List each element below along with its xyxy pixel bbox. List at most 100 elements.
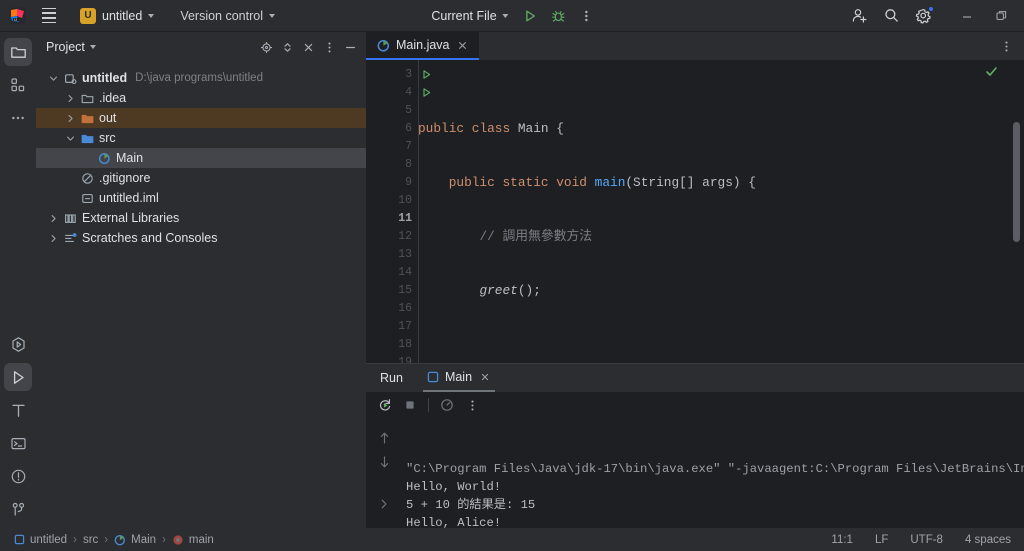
locate-file-icon[interactable]	[256, 37, 276, 57]
line-number[interactable]: 7	[366, 138, 418, 156]
code-editor[interactable]: 345678910111213141516171819 public class…	[366, 60, 1024, 363]
breadcrumb-src[interactable]: src	[79, 532, 102, 548]
editor-tab-bar: Main.java	[366, 32, 1024, 60]
rail-version-control-icon[interactable]	[4, 495, 32, 523]
titlebar-right-actions	[844, 1, 1024, 31]
indent-setting[interactable]: 4 spaces	[962, 532, 1014, 548]
breadcrumb-untitled[interactable]: untitled	[10, 532, 71, 548]
folder-icon	[80, 92, 94, 105]
line-number[interactable]: 8	[366, 156, 418, 174]
project-tree[interactable]: untitled D:\java programs\untitled .ideaou…	[36, 62, 366, 528]
rail-problems-icon[interactable]	[4, 462, 32, 490]
code-content[interactable]: public class Main { public static void m…	[418, 60, 1024, 363]
console-output[interactable]: "C:\Program Files\Java\jdk-17\bin\java.e…	[402, 418, 1024, 528]
run-button[interactable]	[518, 4, 544, 28]
line-number[interactable]: 15	[366, 282, 418, 300]
chevron-down-icon[interactable]	[63, 134, 77, 143]
line-number[interactable]: 18	[366, 336, 418, 354]
line-number[interactable]: 4	[366, 84, 418, 102]
expand-console-icon[interactable]	[373, 494, 395, 514]
project-options-icon[interactable]	[319, 37, 339, 57]
tree-node--idea[interactable]: .idea	[36, 88, 366, 108]
main-menu-icon[interactable]	[34, 3, 64, 29]
line-number[interactable]: 10	[366, 192, 418, 210]
folder-excluded-icon	[80, 112, 94, 125]
tree-node-external-libraries[interactable]: External Libraries	[36, 208, 366, 228]
editor-tab-main-java[interactable]: Main.java	[366, 32, 479, 60]
line-number[interactable]: 6	[366, 120, 418, 138]
maximize-window-button[interactable]	[984, 1, 1018, 31]
rail-terminal-icon[interactable]	[4, 429, 32, 457]
project-panel-title-label: Project	[46, 40, 85, 54]
close-icon[interactable]	[456, 38, 470, 52]
run-panel-toolbar	[366, 392, 1024, 418]
line-separator[interactable]: LF	[872, 532, 891, 548]
editor-scrollbar[interactable]	[1013, 122, 1020, 242]
stop-icon[interactable]	[399, 394, 421, 416]
file-encoding[interactable]: UTF-8	[907, 532, 946, 548]
tree-node-scratches-and-consoles[interactable]: Scratches and Consoles	[36, 228, 366, 248]
version-control-selector[interactable]: Version control	[174, 6, 281, 26]
add-account-icon[interactable]	[844, 3, 874, 29]
line-number[interactable]: 13	[366, 246, 418, 264]
chevron-right-icon[interactable]	[46, 234, 60, 243]
line-number[interactable]: 3	[366, 66, 418, 84]
debug-button[interactable]	[546, 4, 572, 28]
run-panel-more-icon[interactable]	[461, 394, 483, 416]
tree-node-untitled-iml[interactable]: untitled.iml	[36, 188, 366, 208]
rerun-icon[interactable]	[374, 394, 396, 416]
line-number[interactable]: 16	[366, 300, 418, 318]
line-number[interactable]: 9	[366, 174, 418, 192]
search-icon[interactable]	[876, 3, 906, 29]
rail-services-icon[interactable]	[4, 330, 32, 358]
scroll-up-icon[interactable]	[373, 428, 395, 448]
rail-build-icon[interactable]	[4, 396, 32, 424]
rail-more-tools-icon[interactable]	[4, 104, 32, 132]
line-number[interactable]: 14	[366, 264, 418, 282]
tree-node-out[interactable]: out	[36, 108, 366, 128]
project-panel-title[interactable]: Project	[46, 40, 96, 54]
scroll-down-icon[interactable]	[373, 452, 395, 472]
java-class-icon	[114, 534, 126, 546]
collapse-all-icon[interactable]	[298, 37, 318, 57]
rail-project-icon[interactable]	[4, 38, 32, 66]
run-configuration-selector[interactable]: Current File	[424, 6, 515, 26]
tree-node-src[interactable]: src	[36, 128, 366, 148]
line-number[interactable]: 12	[366, 228, 418, 246]
tree-node-main[interactable]: Main	[36, 148, 366, 168]
tree-node-label: untitled	[82, 71, 127, 85]
console-row: "C:\Program Files\Java\jdk-17\bin\java.e…	[366, 418, 1024, 528]
tree-node-untitled[interactable]: untitled D:\java programs\untitled	[36, 68, 366, 88]
run-more-icon[interactable]	[574, 4, 600, 28]
caret-position[interactable]: 11:1	[828, 532, 856, 548]
line-number-gutter[interactable]: 345678910111213141516171819	[366, 60, 418, 363]
console-hscrollbar[interactable]	[414, 517, 1014, 525]
chevron-right-icon[interactable]	[63, 94, 77, 103]
run-tab-main[interactable]: Main	[423, 364, 495, 392]
project-selector[interactable]: U untitled	[74, 5, 160, 27]
close-icon[interactable]	[478, 371, 491, 384]
tree-node--gitignore[interactable]: .gitignore	[36, 168, 366, 188]
tree-node-path: D:\java programs\untitled	[135, 72, 263, 84]
console-gutter	[366, 418, 402, 528]
minimize-window-button[interactable]	[950, 1, 984, 31]
console-line: 5 + 10 的結果是: 15	[406, 496, 1024, 514]
inspection-ok-icon[interactable]	[985, 65, 998, 81]
rail-run-icon[interactable]	[4, 363, 32, 391]
chevron-right-icon[interactable]	[63, 114, 77, 123]
line-number[interactable]: 11	[366, 210, 418, 228]
expand-collapse-icon[interactable]	[277, 37, 297, 57]
settings-gear-icon[interactable]	[908, 3, 938, 29]
editor-options-icon[interactable]	[996, 36, 1016, 56]
breadcrumb-main-class[interactable]: Main	[110, 532, 160, 548]
rail-structure-icon[interactable]	[4, 71, 32, 99]
tree-node-label: untitled.iml	[99, 191, 159, 205]
chevron-right-icon[interactable]	[46, 214, 60, 223]
line-number[interactable]: 19	[366, 354, 418, 363]
chevron-down-icon[interactable]	[46, 74, 60, 83]
hide-panel-icon[interactable]	[340, 37, 360, 57]
breadcrumb-main-method[interactable]: main	[168, 532, 218, 548]
line-number[interactable]: 5	[366, 102, 418, 120]
profiler-icon[interactable]	[436, 394, 458, 416]
line-number[interactable]: 17	[366, 318, 418, 336]
